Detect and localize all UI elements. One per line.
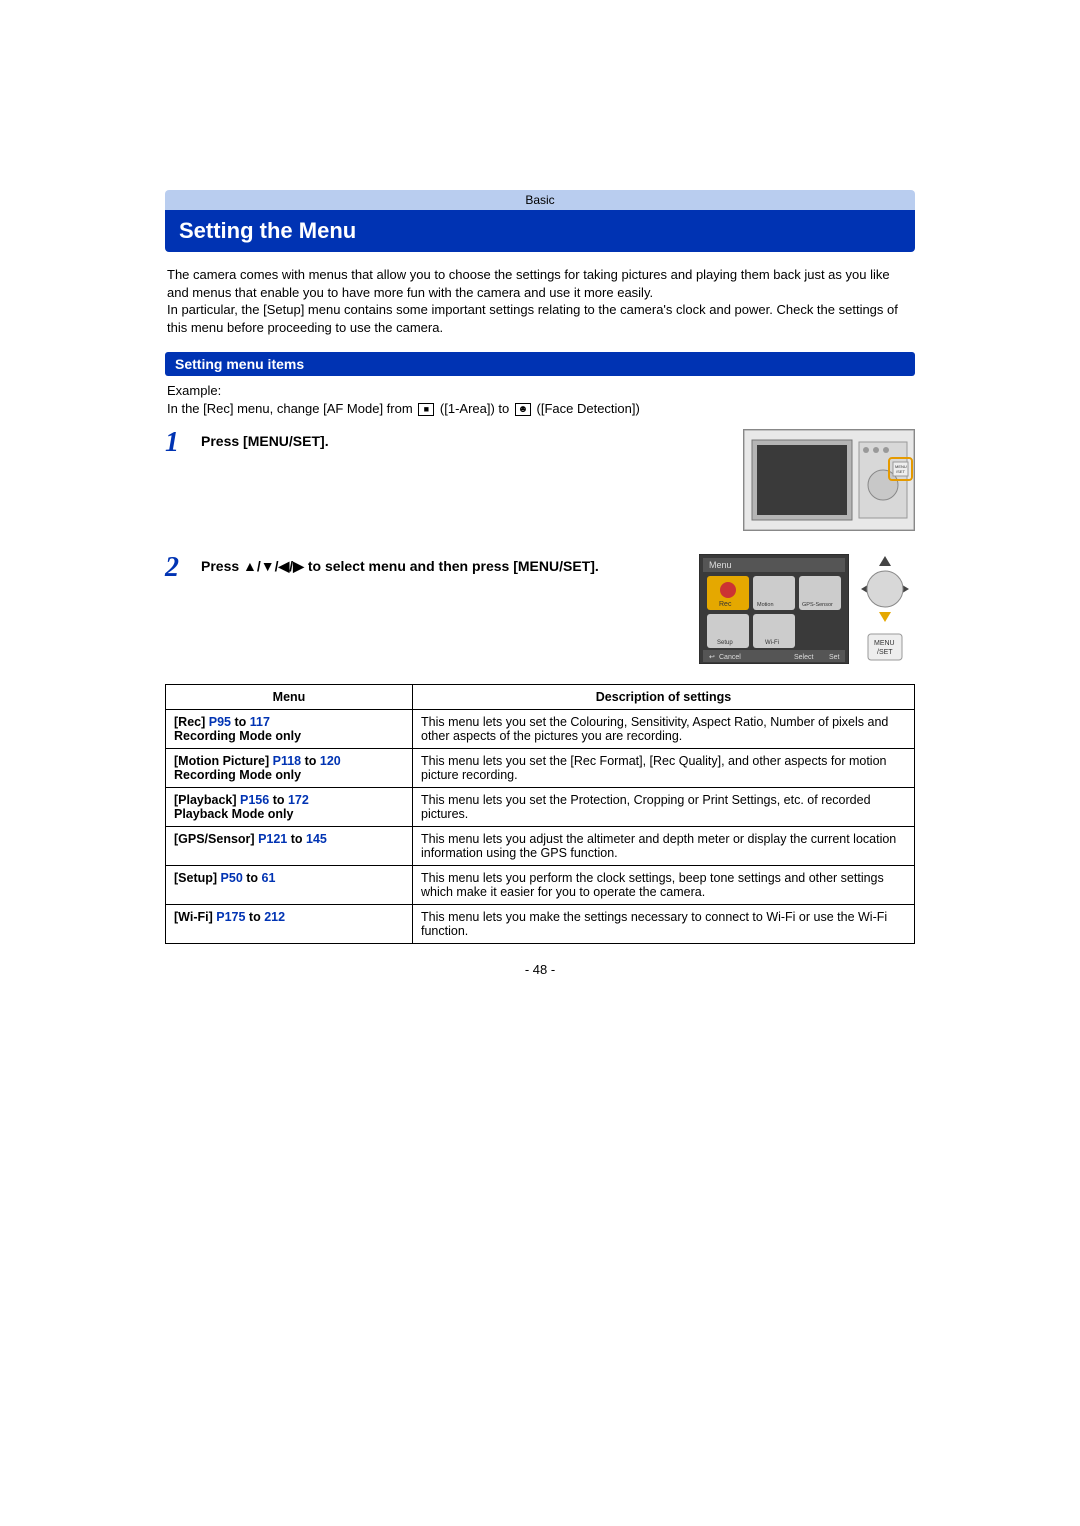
camera-illustration: MENU /SET (743, 429, 915, 534)
menu-and-dpad-illustration: Menu Rec Motion GPS-Sensor Setup Wi-Fi ↩… (699, 554, 915, 664)
menu-description: This menu lets you perform the clock set… (413, 865, 915, 904)
example-block: Example: In the [Rec] menu, change [AF M… (167, 382, 913, 418)
svg-text:Rec: Rec (719, 601, 732, 608)
page-title: Setting the Menu (165, 210, 915, 252)
page-link[interactable]: 61 (262, 871, 276, 885)
svg-text:/SET: /SET (877, 649, 893, 656)
page-link[interactable]: P118 (273, 754, 302, 768)
menu-screen-icon: Menu Rec Motion GPS-Sensor Setup Wi-Fi ↩… (699, 554, 849, 664)
example-text-b: ([1-Area]) to (440, 401, 513, 416)
menu-description: This menu lets you adjust the altimeter … (413, 826, 915, 865)
svg-text:Menu: Menu (709, 560, 732, 570)
menu-name: [Rec] (174, 715, 205, 729)
svg-text:/SET: /SET (896, 469, 905, 474)
step-number: 1 (165, 429, 201, 457)
table-row: [Motion Picture] P118 to 120 Recording M… (166, 748, 915, 787)
section-header: Setting menu items (165, 352, 915, 376)
table-row: [GPS/Sensor] P121 to 145 This menu lets … (166, 826, 915, 865)
page-link[interactable]: 145 (306, 832, 327, 846)
face-detection-icon (515, 403, 531, 416)
area-mode-icon: ■ (418, 403, 434, 416)
page-link[interactable]: P156 (240, 793, 269, 807)
page-link[interactable]: 212 (264, 910, 285, 924)
page-link[interactable]: 117 (250, 715, 270, 729)
menu-name: [Setup] (174, 871, 217, 885)
svg-text:Select: Select (794, 654, 814, 661)
page-link[interactable]: 120 (320, 754, 341, 768)
page-link[interactable]: P95 (209, 715, 231, 729)
svg-text:Wi-Fi: Wi-Fi (765, 640, 779, 646)
header-description: Description of settings (413, 684, 915, 709)
page-link[interactable]: P175 (216, 910, 245, 924)
menu-description: This menu lets you make the settings nec… (413, 904, 915, 943)
intro-paragraph-2: In particular, the [Setup] menu contains… (167, 302, 898, 335)
svg-text:Cancel: Cancel (719, 654, 741, 661)
page-number: - 48 - (165, 962, 915, 977)
table-row: [Wi-Fi] P175 to 212 This menu lets you m… (166, 904, 915, 943)
table-row: [Playback] P156 to 172 Playback Mode onl… (166, 787, 915, 826)
dpad-icon: MENU /SET (855, 554, 915, 664)
menu-description-table: Menu Description of settings [Rec] P95 t… (165, 684, 915, 944)
step-instruction: Press ▲/▼/◀/▶ to select menu and then pr… (201, 554, 689, 576)
table-row: [Setup] P50 to 61 This menu lets you per… (166, 865, 915, 904)
breadcrumb: Basic (165, 190, 915, 210)
menu-description: This menu lets you set the Colouring, Se… (413, 709, 915, 748)
menu-name: [Motion Picture] (174, 754, 269, 768)
svg-text:Set: Set (829, 654, 840, 661)
svg-text:MENU: MENU (874, 640, 895, 647)
page-link[interactable]: P121 (258, 832, 287, 846)
svg-text:Motion: Motion (757, 602, 774, 608)
intro-paragraph-1: The camera comes with menus that allow y… (167, 267, 890, 300)
page-link[interactable]: 172 (288, 793, 309, 807)
mode-note: Recording Mode only (174, 729, 301, 743)
menu-description: This menu lets you set the [Rec Format],… (413, 748, 915, 787)
menu-name: [GPS/Sensor] (174, 832, 255, 846)
intro-text: The camera comes with menus that allow y… (167, 266, 913, 336)
step-number: 2 (165, 554, 201, 582)
svg-text:GPS-Sensor: GPS-Sensor (802, 602, 833, 608)
example-text-c: ([Face Detection]) (537, 401, 640, 416)
page-link[interactable]: P50 (221, 871, 243, 885)
header-menu: Menu (166, 684, 413, 709)
step-1: 1 Press [MENU/SET]. MENU /SET (165, 429, 915, 534)
table-header-row: Menu Description of settings (166, 684, 915, 709)
table-row: [Rec] P95 to 117 Recording Mode only Thi… (166, 709, 915, 748)
svg-text:↩: ↩ (709, 654, 715, 661)
manual-page: Basic Setting the Menu The camera comes … (165, 190, 915, 977)
mode-note: Playback Mode only (174, 807, 293, 821)
svg-text:Setup: Setup (717, 640, 733, 646)
mode-note: Recording Mode only (174, 768, 301, 782)
menu-description: This menu lets you set the Protection, C… (413, 787, 915, 826)
menu-name: [Wi-Fi] (174, 910, 213, 924)
menu-name: [Playback] (174, 793, 237, 807)
step-2: 2 Press ▲/▼/◀/▶ to select menu and then … (165, 554, 915, 664)
example-text-a: In the [Rec] menu, change [AF Mode] from (167, 401, 416, 416)
steps-list: 1 Press [MENU/SET]. MENU /SET (165, 429, 915, 664)
example-label: Example: (167, 383, 221, 398)
step-instruction: Press [MENU/SET]. (201, 429, 733, 451)
